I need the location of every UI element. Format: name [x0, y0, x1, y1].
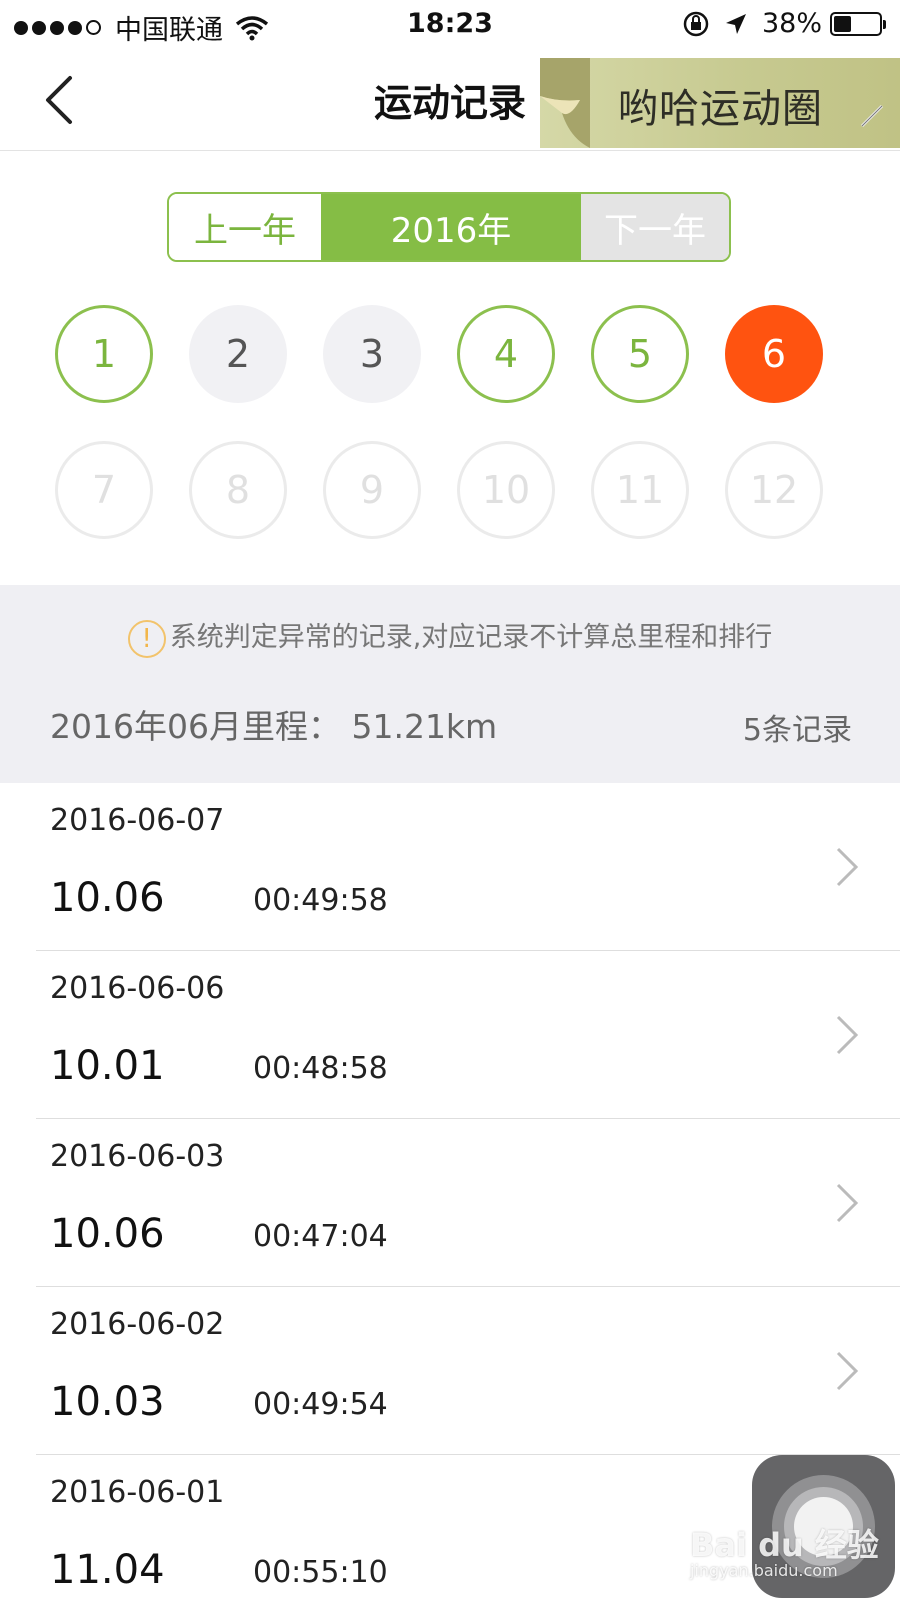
record-distance: 10.06 — [50, 1211, 165, 1257]
record-distance: 10.03 — [50, 1379, 165, 1425]
month-6-button[interactable]: 6 — [725, 305, 823, 403]
record-distance: 11.04 — [50, 1547, 165, 1593]
notice-text: 系统判定异常的记录,对应记录不计算总里程和排行 — [169, 622, 773, 653]
pencil-icon — [860, 104, 884, 128]
month-12-button: 12 — [725, 441, 823, 539]
record-row[interactable]: 2016-06-06 10.01 00:48:58 — [0, 951, 900, 1119]
record-duration: 00:49:58 — [253, 883, 388, 918]
record-distance: 10.01 — [50, 1043, 165, 1089]
month-5-button[interactable]: 5 — [591, 305, 689, 403]
record-duration: 00:48:58 — [253, 1051, 388, 1086]
warning-icon: ! — [127, 619, 166, 658]
month-2-button[interactable]: 2 — [189, 305, 287, 403]
chevron-right-icon — [836, 847, 859, 887]
month-7-button: 7 — [55, 441, 153, 539]
chevron-right-icon — [836, 1183, 859, 1223]
record-duration: 00:47:04 — [253, 1219, 388, 1254]
ad-text: 哟哈运动圈 — [618, 86, 823, 132]
baidu-watermark-url: jingyan.baidu.com — [690, 1561, 838, 1580]
record-date: 2016-06-03 — [50, 1139, 225, 1174]
month-1-button[interactable]: 1 — [55, 305, 153, 403]
chevron-left-icon[interactable] — [38, 72, 88, 128]
year-switch: 上一年 2016年 下一年 — [167, 192, 731, 262]
record-distance: 10.06 — [50, 875, 165, 921]
record-duration: 00:49:54 — [253, 1387, 388, 1422]
month-8-button: 8 — [189, 441, 287, 539]
battery-fill — [834, 15, 851, 32]
current-year: 2016年 — [321, 194, 581, 260]
battery-icon — [830, 11, 886, 36]
month-11-button: 11 — [591, 441, 689, 539]
month-10-button: 10 — [457, 441, 555, 539]
record-count: 5条记录 — [742, 713, 852, 748]
baidu-watermark: Bai du 经验 — [690, 1526, 879, 1564]
record-row[interactable]: 2016-06-03 10.06 00:47:04 — [0, 1119, 900, 1287]
location-arrow-icon — [725, 13, 746, 34]
summary-panel: ! 系统判定异常的记录,对应记录不计算总里程和排行 2016年06月里程： 51.… — [0, 585, 900, 783]
status-right: 38% — [682, 8, 886, 39]
month-3-button[interactable]: 3 — [323, 305, 421, 403]
status-bar: 中国联通 18:23 38% — [0, 0, 900, 50]
record-row[interactable]: 2016-06-07 10.06 00:49:58 — [0, 783, 900, 951]
battery-percent: 38% — [761, 8, 822, 39]
record-date: 2016-06-01 — [50, 1475, 225, 1510]
record-row[interactable]: 2016-06-02 10.03 00:49:54 — [0, 1287, 900, 1455]
record-duration: 00:55:10 — [253, 1555, 388, 1590]
record-date: 2016-06-07 — [50, 803, 225, 838]
rotation-lock-icon — [683, 11, 709, 36]
page-curl-icon — [540, 58, 590, 148]
chevron-right-icon — [836, 1015, 859, 1055]
record-date: 2016-06-02 — [50, 1307, 225, 1342]
month-9-button: 9 — [323, 441, 421, 539]
record-date: 2016-06-06 — [50, 971, 225, 1006]
prev-year-button[interactable]: 上一年 — [169, 194, 321, 260]
next-year-button[interactable]: 下一年 — [581, 194, 729, 260]
month-distance-total: 2016年06月里程： 51.21km — [50, 707, 498, 746]
ad-banner[interactable]: 哟哈运动圈 — [540, 58, 900, 148]
abnormal-notice: ! 系统判定异常的记录,对应记录不计算总里程和排行 — [0, 615, 900, 658]
month-4-button[interactable]: 4 — [457, 305, 555, 403]
chevron-right-icon — [836, 1351, 859, 1391]
